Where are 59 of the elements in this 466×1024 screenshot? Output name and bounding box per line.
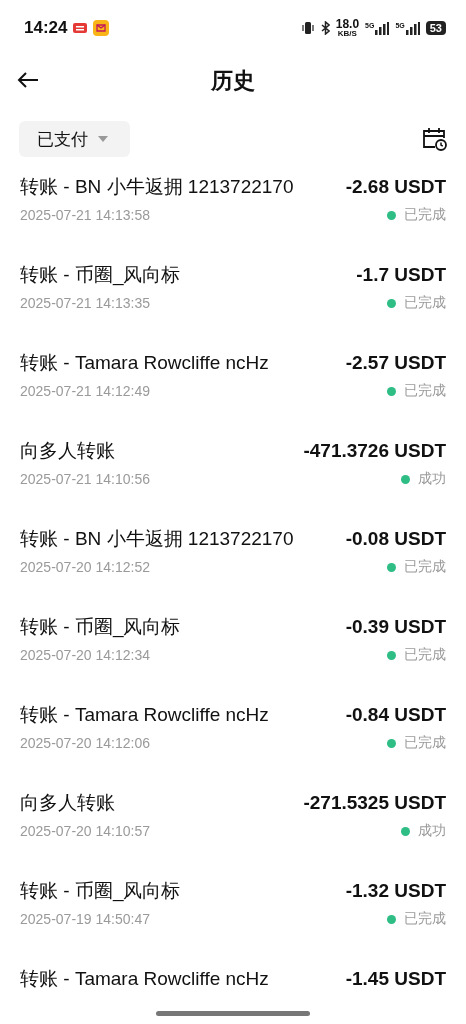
page-title: 历史	[211, 67, 255, 95]
transaction-time: 2025-07-21 14:13:58	[20, 207, 150, 223]
vibrate-icon	[300, 21, 315, 35]
transaction-time: 2025-07-20 14:12:34	[20, 647, 150, 663]
transaction-title: 转账 - Tamara Rowcliffe ncHz	[20, 967, 269, 991]
transaction-amount: -1.45 USDT	[345, 968, 446, 990]
transaction-row[interactable]: 向多人转账 -271.5325 USDT 2025-07-20 14:10:57 成功	[0, 782, 466, 870]
transaction-title: 转账 - 币圈_风向标	[20, 263, 181, 288]
clock: 14:24	[24, 18, 68, 38]
transaction-title: 向多人转账	[20, 439, 115, 463]
transaction-status: 成功	[418, 822, 446, 840]
transaction-amount: -0.08 USDT	[345, 528, 446, 550]
transaction-amount: -0.39 USDT	[345, 616, 446, 638]
transaction-amount: -2.57 USDT	[345, 352, 446, 374]
transaction-title: 转账 - BN 小牛返拥 1213722170	[20, 175, 294, 199]
transaction-title: 转账 - Tamara Rowcliffe ncHz	[20, 703, 269, 727]
transaction-amount: -271.5325 USDT	[303, 792, 446, 814]
transaction-row[interactable]: 转账 - Tamara Rowcliffe ncHz -1.45 USDT	[0, 958, 466, 1024]
bluetooth-icon	[320, 21, 330, 35]
transaction-title: 转账 - 币圈_风向标	[20, 879, 181, 904]
transaction-time: 2025-07-20 14:12:06	[20, 735, 150, 751]
transaction-status: 已完成	[404, 734, 446, 752]
transaction-title: 向多人转账	[20, 791, 115, 815]
transaction-status: 已完成	[404, 382, 446, 400]
transaction-status: 成功	[418, 470, 446, 488]
transaction-row[interactable]: 转账 - Tamara Rowcliffe ncHz -2.57 USDT 2025-07-21 14:12:49 已完成	[0, 342, 466, 430]
transaction-time: 2025-07-20 14:12:52	[20, 559, 150, 575]
status-filter-dropdown[interactable]: 已支付	[19, 121, 130, 157]
transaction-row[interactable]: 转账 - 币圈_风向标 -1.32 USDT 2025-07-19 14:50:47 已完成	[0, 870, 466, 958]
transaction-amount: -471.3726 USDT	[303, 440, 446, 462]
transaction-row[interactable]: 转账 - BN 小牛返拥 1213722170 -2.68 USDT 2025-07-21 14:13:58 已完成	[0, 166, 466, 254]
battery-indicator: 53	[425, 21, 446, 35]
news-app-icon	[73, 23, 88, 33]
transaction-amount: -0.84 USDT	[345, 704, 446, 726]
transaction-status: 已完成	[404, 910, 446, 928]
transaction-title: 转账 - 币圈_风向标	[20, 615, 181, 640]
network-speed: 18.0 KB/S	[335, 18, 360, 38]
calendar-clock-icon[interactable]	[422, 126, 448, 152]
transaction-time: 2025-07-21 14:12:49	[20, 383, 150, 399]
mail-icon	[93, 20, 110, 36]
transaction-row[interactable]: 转账 - 币圈_风向标 -0.39 USDT 2025-07-20 14:12:34 已完成	[0, 606, 466, 694]
transaction-status: 已完成	[404, 646, 446, 664]
transaction-amount: -1.7 USDT	[356, 264, 446, 286]
transaction-time: 2025-07-21 14:10:56	[20, 471, 150, 487]
transaction-amount: -2.68 USDT	[345, 176, 446, 198]
transaction-status: 已完成	[404, 294, 446, 312]
dropdown-caret-icon	[98, 136, 108, 142]
transaction-title: 转账 - Tamara Rowcliffe ncHz	[20, 351, 269, 375]
transaction-title: 转账 - BN 小牛返拥 1213722170	[20, 527, 294, 551]
transaction-amount: -1.32 USDT	[345, 880, 446, 902]
transaction-row[interactable]: 转账 - BN 小牛返拥 1213722170 -0.08 USDT 2025-07-20 14:12:52 已完成	[0, 518, 466, 606]
transaction-row[interactable]: 转账 - 币圈_风向标 -1.7 USDT 2025-07-21 14:13:35 已完成	[0, 254, 466, 342]
transaction-time: 2025-07-20 14:10:57	[20, 823, 150, 839]
transaction-time: 2025-07-21 14:13:35	[20, 295, 150, 311]
transaction-row[interactable]: 向多人转账 -471.3726 USDT 2025-07-21 14:10:56 成功	[0, 430, 466, 518]
transaction-time: 2025-07-19 14:50:47	[20, 911, 150, 927]
transaction-status: 已完成	[404, 558, 446, 576]
transaction-status: 已完成	[404, 206, 446, 224]
transaction-row[interactable]: 转账 - Tamara Rowcliffe ncHz -0.84 USDT 2025-07-20 14:12:06 已完成	[0, 694, 466, 782]
